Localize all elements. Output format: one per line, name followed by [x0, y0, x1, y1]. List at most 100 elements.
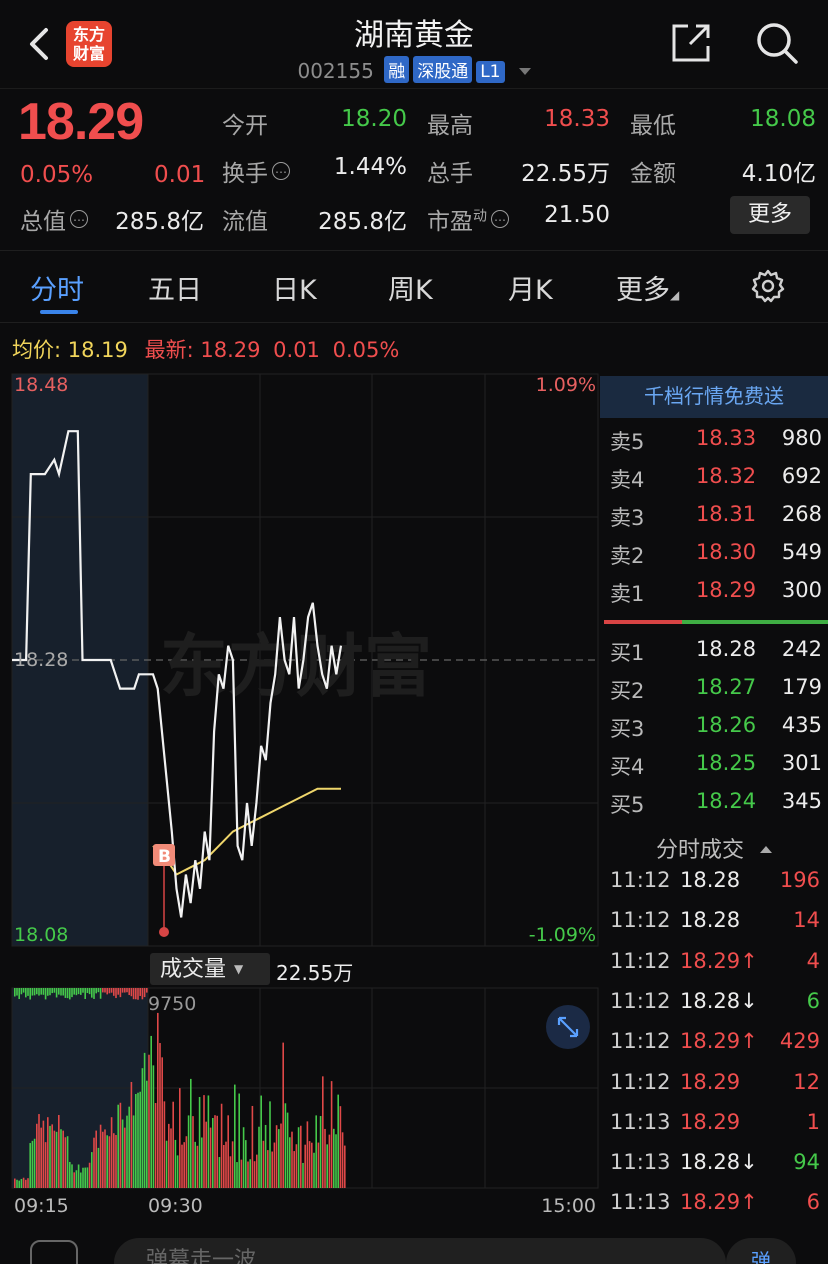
volume-value: 22.55万	[521, 161, 610, 187]
volume-axis-label: 9750	[148, 993, 196, 1015]
pe-label[interactable]: 市盈动…	[427, 202, 509, 236]
info-icon[interactable]: …	[272, 162, 290, 180]
bid-row[interactable]: 买3 18.26 435	[610, 713, 822, 749]
tab-five-day[interactable]: 五日	[148, 268, 202, 307]
ask-row[interactable]: 卖2 18.30 549	[610, 540, 822, 576]
volume-bar	[44, 1142, 47, 1188]
volume-bar	[289, 1137, 291, 1188]
ask-volume: 692	[781, 464, 822, 488]
volume-bar	[88, 1162, 91, 1188]
volume-bar	[16, 988, 18, 996]
volume-bar	[91, 988, 93, 998]
volume-bar	[146, 988, 148, 993]
ask-volume: 300	[781, 578, 822, 602]
volume-indicator-selector[interactable]: 成交量 ▼	[150, 953, 270, 985]
danmaku-input[interactable]: 弹幕走一波	[114, 1238, 726, 1264]
volume-bar	[71, 988, 73, 998]
ask-volume: 549	[781, 540, 822, 564]
ask-volume: 980	[781, 426, 822, 450]
volume-bar	[262, 1140, 265, 1188]
dropdown-caret-icon[interactable]	[518, 68, 531, 75]
volume-bar	[104, 988, 106, 993]
change-amount: 0.01	[154, 162, 206, 188]
volume-bar	[344, 1145, 346, 1188]
market-cap-label[interactable]: 总值…	[20, 202, 88, 236]
market-cap-label-text: 总值	[20, 209, 66, 235]
info-icon[interactable]: …	[491, 210, 509, 228]
trade-price: 18.28	[680, 868, 741, 892]
volume-bar	[49, 988, 51, 996]
search-icon[interactable]	[754, 20, 800, 66]
tab-weekly-k[interactable]: 周K	[388, 268, 433, 307]
volume-bar	[58, 988, 60, 995]
volume-bar	[18, 988, 20, 1000]
ask-row[interactable]: 卖5 18.33 980	[610, 426, 822, 462]
tab-monthly-k[interactable]: 月K	[508, 268, 553, 307]
bid-row[interactable]: 买4 18.25 301	[610, 751, 822, 787]
info-icon[interactable]: …	[70, 210, 88, 228]
trade-volume: 94	[793, 1150, 820, 1175]
volume-bar	[64, 1137, 67, 1188]
bid-price: 18.25	[695, 751, 757, 775]
volume-bar	[27, 1178, 29, 1188]
volume-bar	[205, 1121, 207, 1188]
bid-row[interactable]: 买2 18.27 179	[610, 675, 822, 711]
volume-bar	[80, 988, 82, 995]
volume-bar	[143, 988, 146, 998]
volume-bar	[302, 1162, 304, 1188]
volume-bar	[86, 988, 89, 994]
volume-bar	[284, 1103, 287, 1188]
turnover-label[interactable]: 换手…	[222, 154, 290, 188]
volume-bar	[313, 1152, 315, 1188]
volume-bar	[157, 1012, 159, 1188]
open-label: 今开	[222, 113, 268, 139]
volume-bar	[216, 1115, 218, 1188]
volume-bar	[73, 1172, 75, 1188]
volume-bar	[71, 1164, 73, 1188]
ask-row[interactable]: 卖3 18.31 268	[610, 502, 822, 538]
volume-bar	[295, 1144, 298, 1188]
gear-icon[interactable]	[750, 268, 786, 304]
volume-bar	[139, 988, 141, 996]
tab-daily-k[interactable]: 日K	[272, 268, 317, 307]
bid-volume: 242	[781, 637, 822, 661]
connect-tag: 深股通	[413, 56, 473, 83]
ask-level: 卖1	[610, 582, 645, 606]
volume-bar	[223, 1145, 225, 1188]
volume-bar	[227, 1115, 229, 1188]
volume-bar	[229, 1156, 232, 1188]
volume-bar	[64, 988, 67, 998]
tab-more-label: 更多	[616, 275, 670, 306]
danmaku-toggle-button[interactable]: 弹	[726, 1238, 796, 1264]
tab-more[interactable]: 更多◢	[616, 268, 679, 307]
volume-bar	[60, 988, 62, 996]
depth-promo-banner[interactable]: 千档行情免费送	[600, 376, 828, 418]
volume-bar	[185, 1136, 188, 1188]
volume-bar	[29, 988, 31, 1000]
share-icon[interactable]	[668, 20, 714, 66]
ask-row[interactable]: 卖4 18.32 692	[610, 464, 822, 500]
volume-bar	[218, 1157, 221, 1188]
volume-bar	[220, 1103, 223, 1188]
volume-bar	[115, 1135, 117, 1188]
trades-title[interactable]: 分时成交	[600, 832, 828, 864]
volume-bar	[322, 1076, 324, 1188]
more-quote-button[interactable]: 更多	[730, 196, 810, 234]
tab-intraday[interactable]: 分时	[30, 268, 84, 307]
bid-price: 18.24	[695, 789, 757, 813]
volume-bar	[203, 1095, 205, 1188]
intraday-chart[interactable]: 东方财富 B 18.48 18.28 18.08 1.09% -1.09% 97…	[0, 370, 600, 1220]
volume-bar	[335, 1134, 337, 1188]
trade-time: 11:12	[610, 1029, 671, 1054]
volume-bar	[66, 988, 69, 999]
active-tab-indicator	[40, 310, 78, 314]
volume-bar	[130, 988, 133, 997]
volume-bar	[286, 1112, 289, 1188]
bid-level: 买4	[610, 755, 645, 779]
bid-row[interactable]: 买1 18.28 242	[610, 637, 822, 673]
volume-bar	[40, 988, 42, 995]
ask-row[interactable]: 卖1 18.29 300	[610, 578, 822, 614]
market-cap-value: 285.8亿	[115, 209, 204, 235]
comment-icon[interactable]	[30, 1240, 78, 1264]
bid-row[interactable]: 买5 18.24 345	[610, 789, 822, 825]
